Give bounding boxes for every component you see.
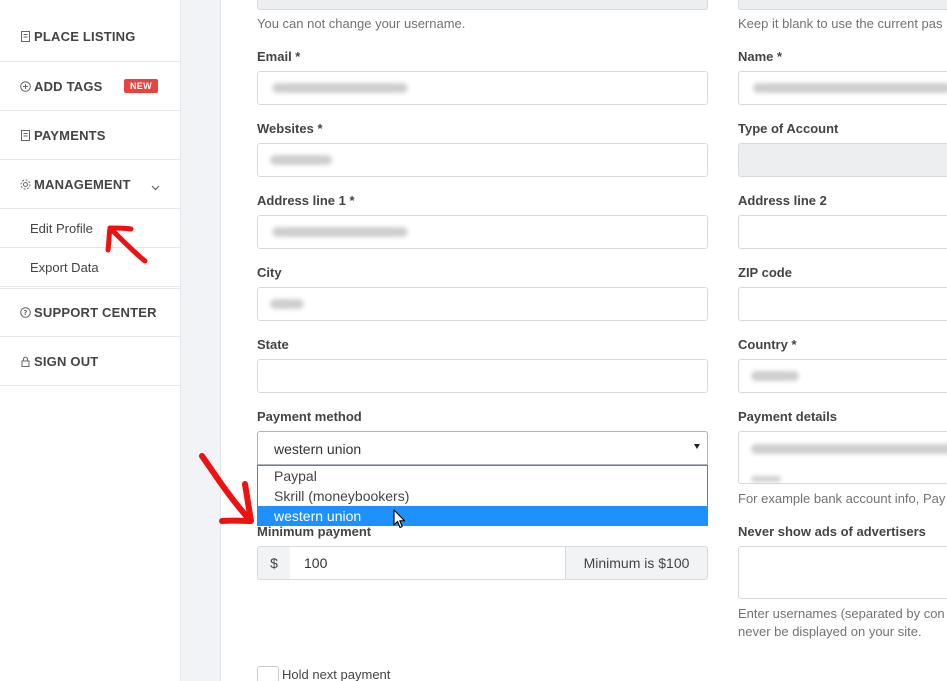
min-payment-input[interactable]: 100 [290, 546, 566, 580]
annotation-arrow-icon [105, 225, 148, 264]
currency-addon: $ [257, 546, 291, 580]
email-input[interactable] [257, 71, 708, 105]
document-icon [20, 129, 31, 141]
payment-method-label: Payment method [257, 409, 362, 424]
payment-details-label: Payment details [738, 409, 837, 424]
sidebar-item-payments[interactable]: PAYMENTS [0, 111, 180, 160]
sidebar-item-add-tags[interactable]: ADD TAGS NEW [0, 62, 180, 111]
address2-label: Address line 2 [738, 193, 827, 208]
sidebar-subitem-edit-profile[interactable]: Edit Profile [0, 209, 180, 248]
account-type-label: Type of Account [738, 121, 839, 136]
sidebar-subitem-export-data[interactable]: Export Data [0, 248, 180, 287]
payment-option-paypal[interactable]: Paypal [258, 466, 707, 486]
content-gutter [181, 0, 221, 681]
never-show-textarea[interactable] [738, 546, 947, 599]
never-show-label: Never show ads of advertisers [738, 524, 926, 539]
sidebar-subitem-label: Export Data [30, 259, 99, 275]
payment-method-select[interactable]: western union [257, 431, 708, 465]
zip-label: ZIP code [738, 265, 792, 280]
payment-details-textarea[interactable] [738, 431, 947, 484]
password-help: Keep it blank to use the current pas [738, 16, 943, 31]
sidebar-item-label: SUPPORT CENTER [34, 305, 157, 320]
sidebar-item-support-center[interactable]: ? SUPPORT CENTER [0, 288, 180, 337]
state-input[interactable] [257, 359, 708, 393]
never-show-help-2: never be displayed on your site. [738, 624, 922, 639]
password-input[interactable] [738, 0, 947, 10]
sidebar-item-place-listing[interactable]: PLACE LISTING [0, 12, 180, 62]
payment-details-help: For example bank account info, Pay [738, 491, 946, 506]
sidebar-item-sign-out[interactable]: SIGN OUT [0, 337, 180, 386]
sidebar-item-label: PAYMENTS [34, 127, 106, 143]
sidebar-subitem-label: Edit Profile [30, 220, 93, 236]
svg-text:?: ? [23, 309, 27, 317]
chevron-down-icon [151, 179, 160, 194]
sidebar-item-label: SIGN OUT [34, 353, 99, 369]
zip-input[interactable] [738, 287, 947, 321]
sidebar-item-label: ADD TAGS [34, 78, 103, 94]
email-label: Email * [257, 49, 301, 64]
city-label: City [257, 265, 282, 280]
country-label: Country * [738, 337, 797, 352]
sidebar-item-label: PLACE LISTING [34, 29, 136, 44]
address2-input[interactable] [738, 215, 947, 249]
sidebar-item-label: MANAGEMENT [34, 176, 131, 192]
payment-option-western-union[interactable]: western union [258, 506, 707, 526]
gear-icon [20, 179, 31, 190]
plus-circle-icon [20, 80, 31, 92]
state-label: State [257, 337, 289, 352]
city-input[interactable] [257, 287, 708, 321]
payment-option-skrill[interactable]: Skrill (moneybookers) [258, 486, 707, 506]
name-label: Name * [738, 49, 783, 64]
account-type-input [738, 143, 947, 177]
lock-icon [20, 356, 31, 367]
sidebar-item-management[interactable]: MANAGEMENT [0, 160, 180, 209]
help-circle-icon: ? [20, 307, 31, 318]
new-badge: NEW [124, 79, 158, 93]
never-show-help-1: Enter usernames (separated by con [738, 606, 945, 621]
address1-label: Address line 1 * [257, 193, 355, 208]
payment-method-value: western union [274, 441, 362, 457]
address1-input[interactable] [257, 215, 708, 249]
hold-payment-label: Hold next payment [282, 667, 391, 681]
dropdown-caret-icon [694, 444, 700, 449]
username-input [257, 0, 708, 10]
document-icon [20, 31, 31, 42]
mouse-cursor-icon [393, 509, 406, 529]
annotation-arrow-icon [199, 453, 254, 524]
min-payment-hint: Minimum is $100 [565, 546, 708, 580]
websites-label: Websites * [257, 121, 323, 136]
sidebar: PLACE LISTING ADD TAGS NEW PAYMENTS MANA… [0, 0, 181, 681]
country-select[interactable] [738, 359, 947, 393]
min-payment-label: Minimum payment [257, 524, 372, 539]
username-help: You can not change your username. [257, 16, 466, 31]
hold-payment-checkbox[interactable] [257, 666, 279, 681]
websites-input[interactable] [257, 143, 708, 177]
name-input[interactable] [738, 71, 947, 105]
payment-method-dropdown: Paypal Skrill (moneybookers) western uni… [257, 465, 708, 526]
